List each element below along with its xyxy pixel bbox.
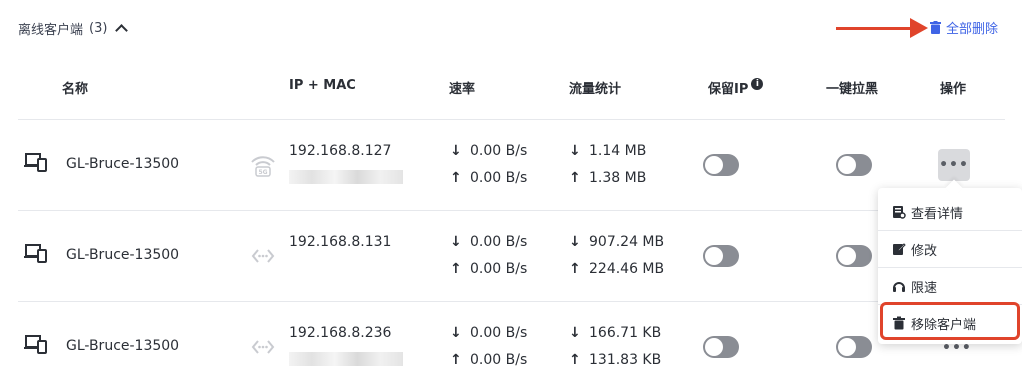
keep-ip-toggle[interactable] bbox=[703, 154, 739, 176]
keep-ip-toggle[interactable] bbox=[703, 245, 739, 267]
arrow-up-icon: ↑ bbox=[450, 352, 462, 368]
traffic-upload: ↑ 131.83 KB bbox=[569, 352, 661, 368]
menu-item-label: 查看详情 bbox=[911, 206, 964, 222]
rate-upload: ↑ 0.00 B/s bbox=[450, 261, 527, 277]
traffic-download-value: 1.14 MB bbox=[589, 143, 647, 159]
client-ip: 192.168.8.131 bbox=[289, 234, 392, 250]
traffic-upload: ↑ 1.38 MB bbox=[569, 170, 646, 186]
traffic-upload-value: 131.83 KB bbox=[589, 352, 662, 368]
traffic-upload-value: 1.38 MB bbox=[589, 170, 647, 186]
arrow-up-icon: ↑ bbox=[569, 261, 581, 277]
column-traffic: 流量统计 bbox=[569, 82, 622, 97]
delete-all-button[interactable]: 全部删除 bbox=[930, 18, 998, 37]
wifi-5g-icon: 5G bbox=[251, 156, 275, 177]
block-toggle[interactable] bbox=[836, 336, 872, 358]
edit-icon bbox=[893, 243, 906, 255]
client-name: GL-Bruce-13500 bbox=[66, 156, 180, 172]
svg-text:5G: 5G bbox=[258, 169, 267, 176]
traffic-download: ↓ 166.71 KB bbox=[569, 325, 661, 341]
menu-item-limit-speed[interactable]: 限速 bbox=[878, 268, 1022, 304]
arrow-down-icon: ↓ bbox=[569, 325, 581, 341]
details-icon bbox=[893, 206, 906, 219]
offline-clients-header[interactable]: 离线客户端 (3) bbox=[18, 19, 129, 38]
menu-item-label: 修改 bbox=[911, 243, 938, 259]
traffic-upload: ↑ 224.46 MB bbox=[569, 261, 664, 277]
rate-download-value: 0.00 B/s bbox=[470, 325, 528, 341]
annotation-arrow-head bbox=[910, 18, 928, 38]
laptop-phone-icon bbox=[24, 153, 47, 172]
info-icon[interactable]: i bbox=[751, 78, 764, 90]
arrow-down-icon: ↓ bbox=[450, 325, 462, 341]
delete-all-label: 全部删除 bbox=[946, 22, 999, 37]
chevron-up-icon[interactable] bbox=[115, 24, 129, 37]
column-operation: 操作 bbox=[940, 82, 967, 97]
keep-ip-toggle[interactable] bbox=[703, 336, 739, 358]
arrow-down-icon: ↓ bbox=[569, 143, 581, 159]
table-row: GL-Bruce-13500 5G 192.168.8.127 ↓ 0.00 B/… bbox=[18, 119, 1005, 210]
column-block: 一键拉黑 bbox=[826, 82, 879, 97]
rate-upload: ↑ 0.00 B/s bbox=[450, 352, 527, 368]
ethernet-icon bbox=[251, 340, 275, 354]
client-ip: 192.168.8.127 bbox=[289, 143, 392, 159]
menu-item-edit[interactable]: 修改 bbox=[878, 231, 1022, 267]
client-count: (3) bbox=[89, 21, 108, 36]
annotation-highlight-box bbox=[880, 302, 1020, 340]
block-toggle[interactable] bbox=[836, 245, 872, 267]
column-name: 名称 bbox=[62, 82, 89, 97]
menu-item-view-details[interactable]: 查看详情 bbox=[878, 194, 1022, 230]
section-title: 离线客户端 bbox=[18, 23, 84, 38]
column-rate: 速率 bbox=[449, 82, 476, 97]
more-actions-button[interactable]: ••• bbox=[938, 149, 970, 181]
annotation-arrow-line bbox=[836, 27, 918, 30]
table-row: GL-Bruce-13500 192.168.8.131 ↓ 0.00 B/s ↑… bbox=[18, 210, 1005, 301]
laptop-phone-icon bbox=[24, 335, 47, 354]
rate-upload-value: 0.00 B/s bbox=[470, 261, 528, 277]
headphones-icon bbox=[893, 282, 905, 292]
table-row: GL-Bruce-13500 192.168.8.236 ↓ 0.00 B/s ↑… bbox=[18, 301, 1005, 390]
arrow-up-icon: ↑ bbox=[569, 170, 581, 186]
ethernet-icon bbox=[251, 249, 275, 263]
trash-icon bbox=[930, 21, 941, 34]
mac-redacted bbox=[289, 352, 403, 366]
traffic-download: ↓ 1.14 MB bbox=[569, 143, 646, 159]
table-header: 名称 IP + MAC 速率 流量统计 保留IP i 一键拉黑 操作 bbox=[0, 78, 1010, 100]
arrow-up-icon: ↑ bbox=[569, 352, 581, 368]
menu-item-label: 限速 bbox=[911, 280, 938, 296]
rate-upload-value: 0.00 B/s bbox=[470, 170, 528, 186]
column-ip-mac: IP + MAC bbox=[289, 78, 356, 93]
client-ip: 192.168.8.236 bbox=[289, 325, 392, 341]
arrow-up-icon: ↑ bbox=[450, 170, 462, 186]
client-name: GL-Bruce-13500 bbox=[66, 247, 180, 263]
laptop-phone-icon bbox=[24, 244, 47, 263]
traffic-download-value: 166.71 KB bbox=[589, 325, 662, 341]
rate-upload: ↑ 0.00 B/s bbox=[450, 170, 527, 186]
column-keep-ip: 保留IP i bbox=[708, 78, 764, 97]
rate-download-value: 0.00 B/s bbox=[470, 234, 528, 250]
column-keep-ip-label: 保留IP bbox=[708, 82, 749, 97]
client-name: GL-Bruce-13500 bbox=[66, 338, 180, 354]
arrow-down-icon: ↓ bbox=[450, 143, 462, 159]
rate-download-value: 0.00 B/s bbox=[470, 143, 528, 159]
traffic-download-value: 907.24 MB bbox=[589, 234, 665, 250]
rate-download: ↓ 0.00 B/s bbox=[450, 143, 527, 159]
traffic-upload-value: 224.46 MB bbox=[589, 261, 665, 277]
traffic-download: ↓ 907.24 MB bbox=[569, 234, 664, 250]
arrow-down-icon: ↓ bbox=[569, 234, 581, 250]
block-toggle[interactable] bbox=[836, 154, 872, 176]
mac-redacted bbox=[289, 170, 403, 184]
rate-download: ↓ 0.00 B/s bbox=[450, 325, 527, 341]
arrow-down-icon: ↓ bbox=[450, 234, 462, 250]
arrow-up-icon: ↑ bbox=[450, 261, 462, 277]
rate-upload-value: 0.00 B/s bbox=[470, 352, 528, 368]
rate-download: ↓ 0.00 B/s bbox=[450, 234, 527, 250]
